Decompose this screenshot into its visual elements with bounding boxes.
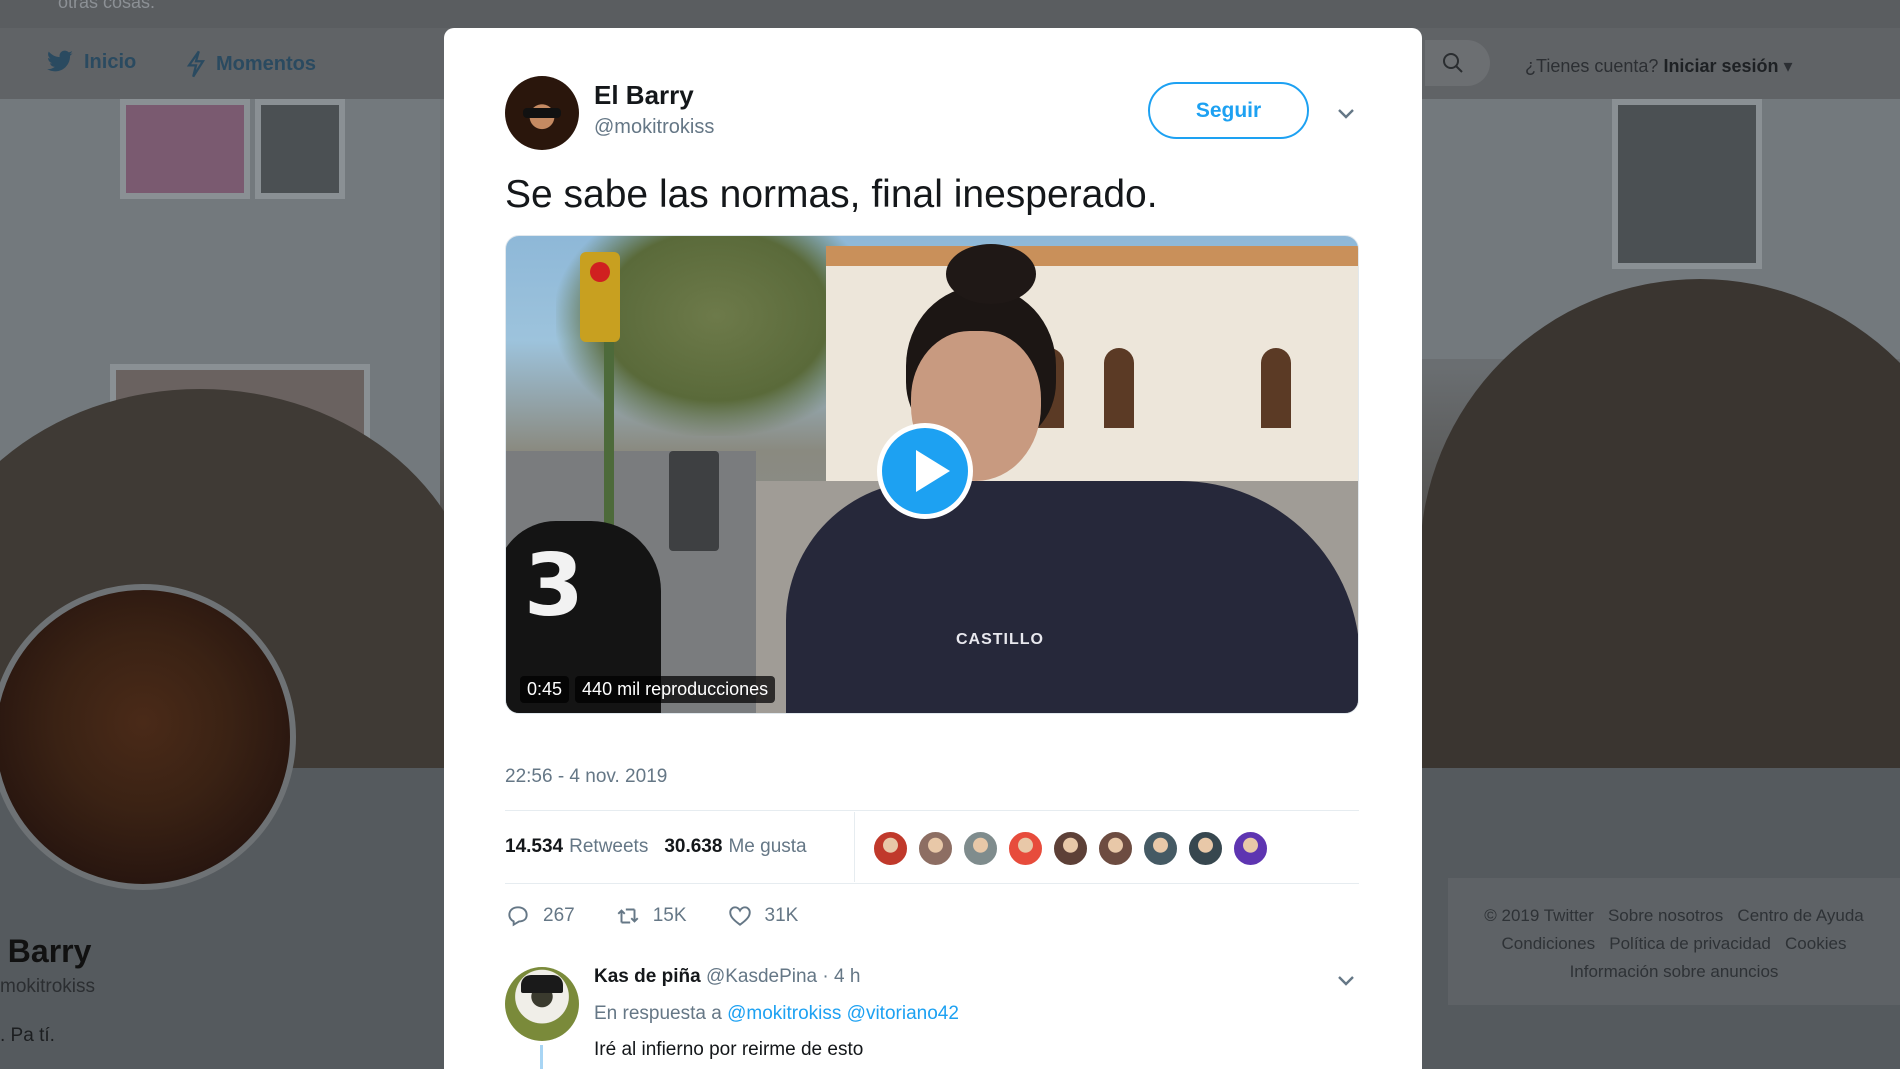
background-top-strip: otras cosas. (0, 0, 1900, 28)
liker-avatar[interactable] (1187, 830, 1224, 867)
stats-separator (854, 812, 855, 882)
login-area: ¿Tienes cuenta? Iniciar sesión ▾ (1525, 56, 1793, 77)
chevron-down-icon[interactable] (1334, 101, 1358, 125)
background-top-text: otras cosas. (58, 0, 156, 12)
footer-link[interactable]: © 2019 Twitter (1484, 906, 1594, 925)
reply-button[interactable]: 267 (505, 903, 575, 929)
tweet-text: Se sabe las normas, final inesperado. (505, 173, 1158, 216)
video-mic-number: 3 (524, 536, 584, 636)
profile-bio: . Pa tí. (0, 1025, 55, 1046)
profile-name: l Barry (0, 933, 92, 969)
video-scene-person-body (786, 481, 1358, 713)
like-button[interactable]: 31K (727, 903, 799, 929)
retweets-stat[interactable]: 14.534 Retweets (505, 836, 648, 858)
author-handle[interactable]: @mokitrokiss (594, 116, 714, 139)
profile-avatar[interactable] (0, 584, 296, 890)
reply-author-name[interactable]: Kas de piña (594, 966, 701, 987)
reply-count: 267 (543, 905, 575, 926)
video-scene-person-bun (946, 244, 1036, 304)
divider (505, 883, 1359, 884)
profile-handle: mokitrokiss (0, 976, 96, 997)
avatar-hat (521, 975, 563, 993)
footer-link[interactable]: Cookies (1785, 934, 1846, 953)
likes-stat[interactable]: 30.638 Me gusta (664, 836, 806, 858)
retweets-count: 14.534 (505, 836, 564, 857)
footer-link[interactable]: Centro de Ayuda (1737, 906, 1863, 925)
nav-home[interactable]: Inicio (46, 50, 136, 74)
search-box[interactable] (1425, 40, 1490, 86)
liker-avatar[interactable] (962, 830, 999, 867)
reply-text: Iré al infierno por reirme de esto (594, 1039, 864, 1060)
nav-moments[interactable]: Momentos (186, 50, 316, 78)
reply-author-handle[interactable]: @KasdePina (706, 966, 817, 987)
video-badge: 0:45 440 mil reproducciones (520, 676, 776, 703)
liker-avatar[interactable] (1097, 830, 1134, 867)
reply-in-response: En respuesta a @mokitrokiss @vitoriano42 (594, 1003, 959, 1025)
tweet-actions: 267 15K 31K (505, 903, 838, 929)
banner-window (255, 99, 345, 199)
liker-avatar[interactable] (1142, 830, 1179, 867)
reply-icon (508, 906, 528, 927)
footer-link[interactable]: Sobre nosotros (1608, 906, 1723, 925)
likes-label: Me gusta (728, 836, 807, 857)
footer-links: © 2019 Twitter Sobre nosotros Centro de … (1448, 902, 1900, 986)
play-icon[interactable] (877, 423, 973, 519)
retweet-icon (617, 908, 639, 924)
mention-link[interactable]: @vitoriano42 (847, 1003, 959, 1024)
author-avatar[interactable] (505, 76, 579, 150)
chevron-down-icon[interactable] (1334, 968, 1358, 992)
tweet-timestamp[interactable]: 22:56 - 4 nov. 2019 (505, 766, 667, 788)
reply-author-avatar[interactable] (505, 967, 579, 1041)
liker-avatar[interactable] (1232, 830, 1269, 867)
footer-link[interactable]: Información sobre anuncios (1570, 962, 1779, 981)
banner-window (120, 99, 250, 199)
video-scene-door (1104, 348, 1134, 428)
likers-avatars (872, 830, 1269, 867)
liker-avatar[interactable] (1007, 830, 1044, 867)
login-prompt: ¿Tienes cuenta? (1525, 56, 1659, 76)
heart-icon (728, 906, 751, 926)
video-duration: 0:45 (520, 676, 570, 703)
login-link[interactable]: Iniciar sesión (1663, 56, 1778, 76)
lightning-icon (186, 50, 206, 78)
traffic-light-icon (580, 252, 620, 342)
footer-link[interactable]: Política de privacidad (1609, 934, 1771, 953)
video-views: 440 mil reproducciones (575, 676, 776, 703)
twitter-bird-icon (47, 50, 73, 72)
like-count: 31K (764, 905, 799, 926)
author-name[interactable]: El Barry (594, 80, 694, 111)
search-icon (1443, 53, 1463, 73)
retweets-label: Retweets (569, 836, 649, 857)
chevron-down-icon: ▾ (1783, 56, 1793, 76)
retweet-button[interactable]: 15K (615, 903, 687, 929)
banner-window (1612, 99, 1762, 269)
reply-header: Kas de piña @KasdePina · 4 h (594, 966, 860, 988)
video-shirt-logo: CASTILLO (956, 631, 1044, 648)
thread-line (540, 1045, 543, 1069)
mention-link[interactable]: @mokitrokiss (727, 1003, 841, 1024)
tweet-stats: 14.534 Retweets 30.638 Me gusta (505, 811, 807, 883)
nav-moments-label: Momentos (216, 52, 316, 75)
avatar-sunglasses (523, 108, 561, 118)
video-scene-door (1261, 348, 1291, 428)
reply-time[interactable]: · 4 h (822, 966, 860, 987)
liker-avatar[interactable] (917, 830, 954, 867)
reply-in-response-label: En respuesta a (594, 1003, 722, 1024)
likes-count: 30.638 (664, 836, 723, 857)
video-scene-bin (669, 451, 719, 551)
retweet-count: 15K (652, 905, 687, 926)
tweet-modal: El Barry @mokitrokiss Seguir Se sabe las… (444, 28, 1422, 1069)
liker-avatar[interactable] (872, 830, 909, 867)
video-player[interactable]: CASTILLO 3 0:45 440 mil reproducciones (505, 235, 1359, 714)
follow-button[interactable]: Seguir (1148, 82, 1309, 139)
nav-home-label: Inicio (84, 50, 137, 73)
footer-link[interactable]: Condiciones (1502, 934, 1596, 953)
liker-avatar[interactable] (1052, 830, 1089, 867)
